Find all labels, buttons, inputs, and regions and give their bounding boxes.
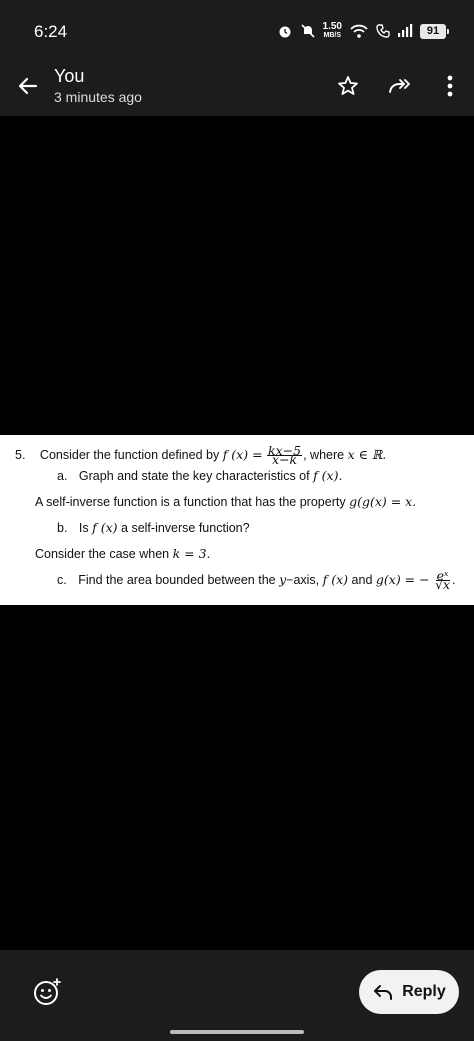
- case-statement: Consider the case when k = 3.: [35, 546, 211, 561]
- question-line: 5. Consider the function defined by f (x…: [15, 443, 387, 468]
- part-c-label: c.: [57, 573, 67, 587]
- app-bar: You 3 minutes ago: [0, 62, 474, 116]
- question-fx: f (x) =: [222, 447, 263, 462]
- signal-icon: [398, 24, 413, 37]
- forward-all-icon: [389, 79, 410, 93]
- reply-icon: [374, 985, 393, 1000]
- reply-label: Reply: [402, 983, 446, 1000]
- battery-level: 91: [420, 23, 449, 39]
- mute-icon: [300, 24, 315, 38]
- reply-button[interactable]: Reply: [359, 970, 459, 1014]
- status-time: 6:24: [34, 22, 68, 41]
- back-arrow-icon[interactable]: [14, 72, 42, 100]
- more-vert-icon: [447, 75, 453, 97]
- part-a-text: Graph and state the key characteristics …: [78, 469, 310, 483]
- part-a-label: a.: [57, 469, 68, 483]
- wifi-calling-icon: [376, 24, 390, 38]
- question-domain: x ∈ ℝ.: [347, 447, 387, 462]
- star-icon: [338, 76, 358, 95]
- self-inverse-definition: A self-inverse function is a function th…: [35, 494, 417, 509]
- status-bar: 6:24 1.50 MB/S 91: [0, 0, 474, 62]
- status-icons: 1.50 MB/S 91: [277, 18, 449, 44]
- question-number: 5.: [15, 448, 26, 462]
- alarm-icon: [279, 26, 291, 38]
- network-speed: 1.50 MB/S: [322, 21, 342, 40]
- part-c: c. Find the area bounded between the y−a…: [57, 568, 456, 593]
- bottom-bar: Reply: [0, 950, 474, 1041]
- forward-button[interactable]: [386, 72, 414, 100]
- question-fraction: kx−5 x−k: [267, 443, 303, 468]
- sender-name: You: [54, 66, 85, 86]
- more-options-button[interactable]: [436, 72, 464, 100]
- attached-image[interactable]: 5. Consider the function defined by f (x…: [0, 435, 474, 605]
- question-intro: Consider the function defined by: [39, 448, 220, 462]
- home-indicator[interactable]: [170, 1030, 304, 1034]
- star-button[interactable]: [334, 72, 362, 100]
- add-reaction-icon[interactable]: [32, 977, 62, 1007]
- part-b-label: b.: [57, 521, 68, 535]
- part-a: a. Graph and state the key characteristi…: [57, 468, 343, 483]
- wifi-icon: [350, 24, 368, 38]
- sent-time: 3 minutes ago: [54, 89, 142, 105]
- part-c-fraction: eˣ √x: [435, 568, 451, 593]
- part-b: b. Is f (x) a self-inverse function?: [57, 520, 250, 535]
